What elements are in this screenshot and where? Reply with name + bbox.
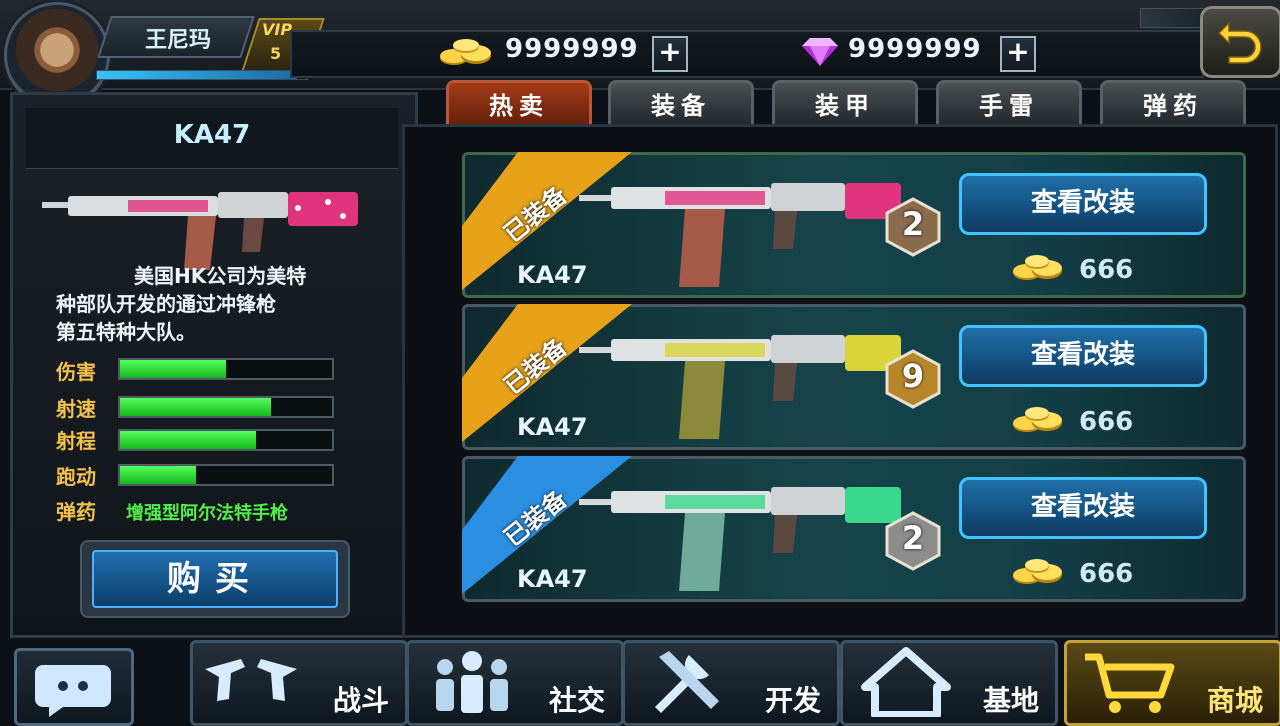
vip-level: 5 <box>270 44 282 63</box>
item-price: 666 <box>1079 559 1134 589</box>
view-mods-button[interactable]: 查看改装 <box>959 325 1207 387</box>
currency-strip <box>290 30 1204 78</box>
item-name: KA47 <box>517 413 588 441</box>
nav-label: 社交 <box>548 684 605 717</box>
level-number: 2 <box>901 519 925 557</box>
description-line: 第五特种大队。 <box>56 320 196 344</box>
back-arrow-icon <box>1217 21 1262 64</box>
gold-amount: 9999999 <box>505 34 639 64</box>
stat-bar-damage <box>118 358 334 380</box>
gold-coin-icon <box>1013 255 1062 280</box>
shopping-cart-icon <box>1085 653 1175 713</box>
tab-label: 弹药 <box>1143 92 1203 120</box>
nav-social[interactable]: 社交 <box>406 640 624 726</box>
gold-coin-icon <box>1013 559 1062 584</box>
buy-label: 购买 <box>167 559 263 599</box>
level-number: 9 <box>901 357 925 395</box>
weapon-item-card[interactable]: 已装备 KA47 9 查看改装 666 <box>462 304 1246 450</box>
pistols-icon <box>205 659 297 701</box>
weapon-description: 美国HK公司为美特 种部队开发的通过冲锋枪 第五特种大队。 <box>56 262 356 346</box>
add-diamond-button[interactable]: + <box>1000 36 1036 72</box>
xp-fill <box>97 71 297 79</box>
stat-fill <box>120 360 226 378</box>
stat-fill <box>120 431 256 449</box>
weapon-item-card[interactable]: 已装备 KA47 2 查看改装 666 <box>462 152 1246 298</box>
stat-label-range: 射程 <box>56 429 96 453</box>
view-mods-button[interactable]: 查看改装 <box>959 477 1207 539</box>
weapon-title: KA47 <box>173 120 251 150</box>
nav-label: 商城 <box>1206 684 1263 717</box>
view-mods-label: 查看改装 <box>1030 492 1135 522</box>
add-gold-button[interactable]: + <box>652 36 688 72</box>
stat-bar-mobility <box>118 464 334 486</box>
tab-label: 装备 <box>651 92 711 120</box>
nav-label: 战斗 <box>332 684 389 717</box>
people-icon <box>436 651 508 713</box>
gold-coin-icon <box>440 39 491 65</box>
buy-button[interactable]: 购买 <box>92 550 338 608</box>
diamond-amount: 9999999 <box>848 34 982 64</box>
back-button[interactable] <box>1200 6 1280 78</box>
item-price: 666 <box>1079 407 1134 437</box>
player-name: 王尼玛 <box>144 28 211 53</box>
home-icon <box>861 647 951 717</box>
nav-label: 基地 <box>982 684 1039 717</box>
nav-base[interactable]: 基地 <box>840 640 1058 726</box>
view-mods-label: 查看改装 <box>1030 340 1135 370</box>
chat-button[interactable] <box>14 648 134 726</box>
view-mods-label: 查看改装 <box>1030 188 1135 218</box>
item-name: KA47 <box>517 565 588 593</box>
stat-bar-range <box>118 429 334 451</box>
weapon-item-card[interactable]: 已装备 KA47 2 查看改装 666 <box>462 456 1246 602</box>
stat-label-damage: 伤害 <box>56 360 96 384</box>
stat-bar-fire-rate <box>118 396 334 418</box>
diamond-icon <box>802 38 838 66</box>
gold-coin-icon <box>1013 407 1062 432</box>
nav-develop[interactable]: 开发 <box>622 640 840 726</box>
tab-label: 手雷 <box>979 92 1039 120</box>
nav-shop[interactable]: 商城 <box>1064 640 1280 726</box>
ammo-label: 弹药 <box>56 500 96 524</box>
stat-fill <box>120 466 197 484</box>
nav-battle[interactable]: 战斗 <box>190 640 408 726</box>
item-name: KA47 <box>517 261 588 289</box>
tab-label: 装甲 <box>815 92 875 120</box>
stat-label-fire-rate: 射速 <box>56 397 96 421</box>
description-line: 种部队开发的通过冲锋枪 <box>56 292 276 316</box>
stat-fill <box>120 398 271 416</box>
xp-bar <box>96 70 308 80</box>
item-price: 666 <box>1079 255 1134 285</box>
vip-label: VIP <box>262 20 293 39</box>
description-line: 美国HK公司为美特 <box>134 264 307 288</box>
level-number: 2 <box>901 205 925 243</box>
chat-bubble-icon <box>35 665 111 717</box>
view-mods-button[interactable]: 查看改装 <box>959 173 1207 235</box>
tools-icon <box>655 651 719 713</box>
tab-label: 热卖 <box>489 92 549 120</box>
ammo-value: 增强型阿尔法特手枪 <box>126 503 288 524</box>
nav-label: 开发 <box>764 684 821 717</box>
stat-label-mobility: 跑动 <box>56 465 96 489</box>
